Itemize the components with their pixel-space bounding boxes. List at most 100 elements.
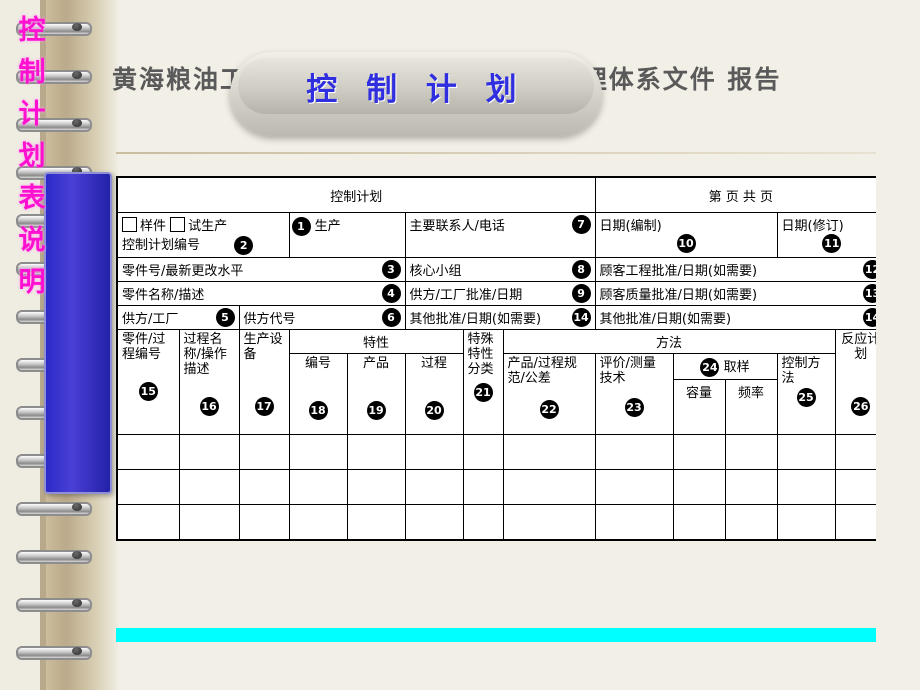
table-cell[interactable]	[594, 469, 674, 505]
balloon-9: 9	[571, 284, 591, 303]
table-cell[interactable]	[724, 434, 778, 470]
table-cell[interactable]	[404, 504, 464, 541]
balloon-1: 1	[291, 217, 311, 236]
col-char-product: 产品 19	[346, 353, 406, 435]
cell-customer-eng: 顾客工程批准/日期(如需要) 12	[594, 257, 888, 282]
table-cell[interactable]	[502, 504, 596, 541]
sample-checkbox[interactable]	[122, 217, 137, 232]
table-cell[interactable]	[672, 434, 726, 470]
table-cell[interactable]	[462, 504, 504, 541]
side-label-char: 表	[18, 183, 46, 214]
table-cell[interactable]	[238, 434, 290, 470]
col-char-product-label: 产品	[362, 356, 389, 371]
col-sample-freq: 频率	[724, 379, 778, 435]
control-plan-table: 控制计划 第 页 共 页 样件 试生产 控制计划编号 2 1 生产 主要联系人/…	[116, 176, 889, 541]
supplier-plant-approval-label: 供方/工厂批准/日期	[409, 288, 523, 303]
table-cell[interactable]	[178, 504, 240, 541]
plan-no-label: 控制计划编号	[122, 238, 201, 253]
table-row[interactable]	[116, 469, 888, 505]
balloon-5: 5	[215, 308, 235, 327]
table-cell[interactable]	[462, 469, 504, 505]
table-cell[interactable]	[776, 469, 836, 505]
table-cell[interactable]	[672, 469, 726, 505]
table-cell[interactable]	[238, 469, 290, 505]
table-cell[interactable]	[404, 469, 464, 505]
table-cell[interactable]	[776, 434, 836, 470]
table-cell[interactable]	[594, 504, 674, 541]
table-cell[interactable]	[346, 434, 406, 470]
col-sampling-label: 取样	[723, 360, 750, 375]
table-row[interactable]	[116, 434, 888, 470]
table-cell[interactable]	[346, 504, 406, 541]
table-cell[interactable]	[404, 434, 464, 470]
right-margin	[876, 0, 920, 690]
side-label-text: 控制计划表说明	[0, 10, 64, 304]
spiral-ring	[16, 550, 92, 564]
col-char-no-label: 编号	[304, 356, 331, 371]
col-control-method: 控制方法 25	[776, 353, 836, 435]
table-cell[interactable]	[502, 434, 596, 470]
balloon-17: 17	[254, 397, 274, 416]
table-cell[interactable]	[724, 469, 778, 505]
side-label-char: 控	[18, 15, 46, 46]
trial-checkbox[interactable]	[170, 217, 186, 232]
table-cell[interactable]	[178, 434, 240, 470]
balloon-2: 2	[234, 236, 254, 255]
balloon-14a: 14	[571, 308, 591, 327]
cell-date-revised: 日期(修订) 11	[776, 212, 888, 258]
balloon-21: 21	[473, 383, 493, 402]
cell-core-team: 核心小组 8	[404, 257, 596, 282]
date-prepared-label: 日期(编制)	[599, 219, 662, 234]
table-cell[interactable]	[288, 469, 348, 505]
side-label-char: 划	[18, 141, 46, 172]
balloon-19: 19	[366, 401, 386, 420]
table-cell[interactable]	[594, 434, 674, 470]
col-characteristics: 特性	[288, 329, 464, 354]
cell-part-name: 零件名称/描述 4	[116, 281, 406, 306]
table-cell[interactable]	[116, 469, 180, 505]
table-cell[interactable]	[178, 469, 240, 505]
spiral-ring	[16, 598, 92, 612]
col-spec-tolerance: 产品/过程规范/公差 22	[502, 353, 596, 435]
side-label-char: 明	[18, 267, 46, 298]
cell-part-no: 零件号/最新更改水平 3	[116, 257, 406, 282]
table-cell[interactable]	[502, 469, 596, 505]
table-cell[interactable]	[288, 434, 348, 470]
balloon-24: 24	[700, 358, 720, 377]
col-methods: 方法	[502, 329, 836, 354]
table-cell[interactable]	[724, 504, 778, 541]
bottom-accent-bar	[116, 628, 876, 642]
balloon-3: 3	[381, 260, 401, 279]
table-cell[interactable]	[116, 504, 180, 541]
col-sample-size: 容量	[672, 379, 726, 435]
date-revised-label: 日期(修订)	[781, 219, 844, 234]
contact-label: 主要联系人/电话	[409, 219, 505, 234]
other-approval-label-1: 其他批准/日期(如需要)	[409, 312, 542, 327]
col-char-process: 过程 20	[404, 353, 464, 435]
table-cell[interactable]	[776, 504, 836, 541]
table-cell[interactable]	[116, 434, 180, 470]
cell-customer-quality: 顾客质量批准/日期(如需要) 13	[594, 281, 888, 306]
table-cell[interactable]	[288, 504, 348, 541]
col-char-no: 编号 18	[288, 353, 348, 435]
table-cell[interactable]	[462, 434, 504, 470]
table-cell[interactable]	[238, 504, 290, 541]
balloon-11: 11	[822, 234, 842, 253]
table-cell[interactable]	[672, 504, 726, 541]
balloon-25: 25	[796, 388, 816, 407]
table-row-3: 零件名称/描述 4 供方/工厂批准/日期 9 顾客质量批准/日期(如需要) 13	[116, 281, 888, 306]
col-process-name-label: 过程名称/操作描述	[183, 332, 227, 377]
col-special-char-label: 特殊特性分类	[467, 332, 494, 377]
slide-root: 黄海粮油工业（山东）有限公司 质量管理体系文件 报告 控 制 计 划 控制计划表…	[0, 0, 920, 690]
col-measurement-label: 评价/测量技术	[599, 356, 656, 386]
balloon-10: 10	[676, 234, 696, 253]
customer-quality-label: 顾客质量批准/日期(如需要)	[599, 288, 758, 303]
table-cell[interactable]	[346, 469, 406, 505]
col-sampling: 24 取样	[672, 353, 778, 380]
col-process-name: 过程名称/操作描述 16	[178, 329, 240, 435]
table-row[interactable]	[116, 504, 888, 541]
table-row-4: 供方/工厂 5 供方代号 6 其他批准/日期(如需要) 14 其他批准/日期(如…	[116, 305, 888, 330]
banner-inner: 控 制 计 划	[238, 58, 594, 114]
balloon-23: 23	[624, 398, 644, 417]
supplier-plant-label: 供方/工厂	[122, 312, 179, 327]
